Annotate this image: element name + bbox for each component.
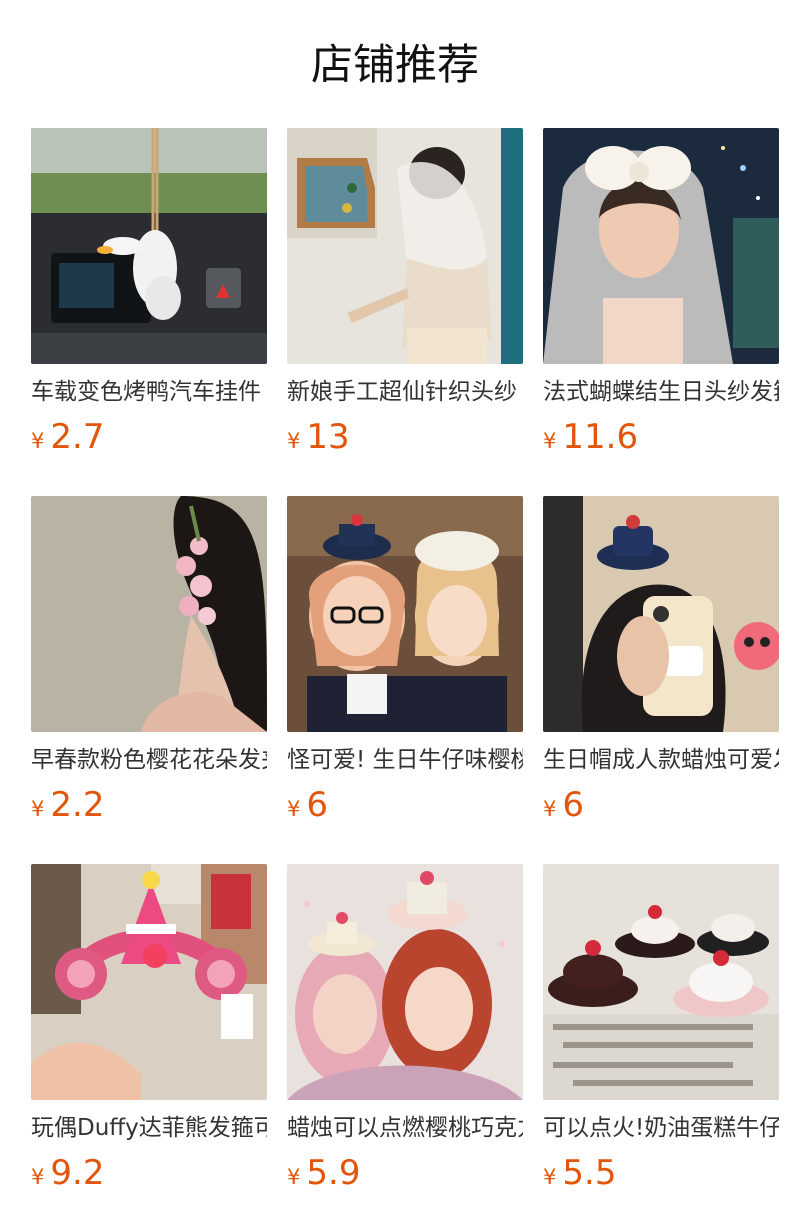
currency-symbol: ¥ <box>31 1165 45 1189</box>
product-price: ¥13 <box>287 416 350 458</box>
product-card[interactable]: 怪可爱! 生日牛仔味樱桃帽 ¥6 <box>287 496 523 836</box>
candle-hat-selfie-image[interactable] <box>543 496 779 732</box>
product-price: ¥5.5 <box>543 1152 616 1194</box>
page-title: 店铺推荐 <box>310 40 479 89</box>
product-name[interactable]: 怪可爱! 生日牛仔味樱桃帽 <box>287 743 523 777</box>
price-value: 2.7 <box>50 417 105 457</box>
currency-symbol: ¥ <box>543 797 557 821</box>
price-value: 13 <box>306 417 350 457</box>
product-price: ¥6 <box>287 784 328 826</box>
product-name[interactable]: 玩偶Duffy达菲熊发箍可爱 <box>31 1111 267 1145</box>
cream-cake-hats-image[interactable] <box>543 864 779 1100</box>
price-value: 5.9 <box>306 1153 361 1193</box>
knit-veil-image[interactable] <box>287 128 523 364</box>
product-name[interactable]: 可以点火!奶油蛋糕牛仔帽 <box>543 1111 779 1145</box>
currency-symbol: ¥ <box>31 797 45 821</box>
currency-symbol: ¥ <box>287 429 301 453</box>
product-card[interactable]: 新娘手工超仙针织头纱 ¥13 <box>287 128 523 468</box>
product-card[interactable]: 车载变色烤鸭汽车挂件 ¥2.7 <box>31 128 267 468</box>
product-price: ¥2.2 <box>31 784 104 826</box>
product-price: ¥11.6 <box>543 416 638 458</box>
product-price: ¥5.9 <box>287 1152 360 1194</box>
price-value: 6 <box>306 785 329 825</box>
product-card[interactable]: 玩偶Duffy达菲熊发箍可爱 ¥9.2 <box>31 864 267 1204</box>
product-name[interactable]: 生日帽成人款蜡烛可爱发夹 <box>543 743 779 777</box>
product-name[interactable]: 车载变色烤鸭汽车挂件 <box>31 375 267 409</box>
product-name[interactable]: 早春款粉色樱花花朵发夹 <box>31 743 267 777</box>
duck-car-pendant-image[interactable] <box>31 128 267 364</box>
product-name[interactable]: 蜡烛可以点燃樱桃巧克力帽 <box>287 1111 523 1145</box>
price-value: 11.6 <box>562 417 639 457</box>
product-card[interactable]: 法式蝴蝶结生日头纱发箍 ¥11.6 <box>543 128 779 468</box>
product-card[interactable]: 可以点火!奶油蛋糕牛仔帽 ¥5.5 <box>543 864 779 1204</box>
price-value: 2.2 <box>50 785 105 825</box>
sakura-hairpin-image[interactable] <box>31 496 267 732</box>
product-card[interactable]: 生日帽成人款蜡烛可爱发夹 ¥6 <box>543 496 779 836</box>
product-name[interactable]: 新娘手工超仙针织头纱 <box>287 375 523 409</box>
product-price: ¥2.7 <box>31 416 104 458</box>
duffy-headband-image[interactable] <box>31 864 267 1100</box>
currency-symbol: ¥ <box>287 797 301 821</box>
cake-hat-friends-image[interactable] <box>287 496 523 732</box>
price-value: 9.2 <box>50 1153 105 1193</box>
product-name[interactable]: 法式蝴蝶结生日头纱发箍 <box>543 375 779 409</box>
cherry-hats-pair-image[interactable] <box>287 864 523 1100</box>
product-card[interactable]: 蜡烛可以点燃樱桃巧克力帽 ¥5.9 <box>287 864 523 1204</box>
price-value: 5.5 <box>562 1153 617 1193</box>
product-card[interactable]: 早春款粉色樱花花朵发夹 ¥2.2 <box>31 496 267 836</box>
product-price: ¥9.2 <box>31 1152 104 1194</box>
currency-symbol: ¥ <box>31 429 45 453</box>
product-price: ¥6 <box>543 784 584 826</box>
currency-symbol: ¥ <box>543 1165 557 1189</box>
currency-symbol: ¥ <box>543 429 557 453</box>
currency-symbol: ¥ <box>287 1165 301 1189</box>
bow-veil-image[interactable] <box>543 128 779 364</box>
price-value: 6 <box>562 785 585 825</box>
